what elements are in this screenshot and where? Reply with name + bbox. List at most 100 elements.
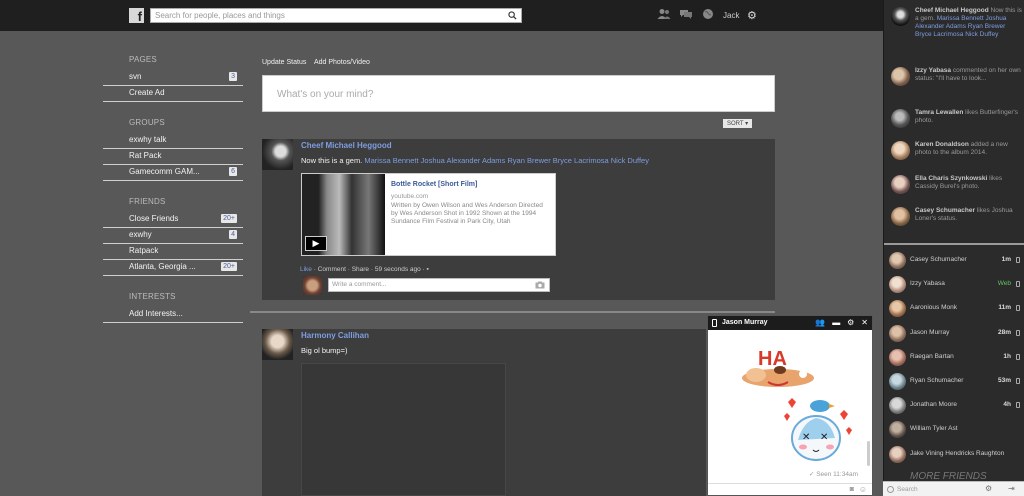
count-badge: 20+ xyxy=(221,214,237,223)
status-composer-input[interactable]: What's on your mind? xyxy=(262,75,775,112)
add-friends-icon[interactable]: 👥 xyxy=(815,318,825,327)
mobile-icon xyxy=(1016,353,1020,360)
link-title[interactable]: Bottle Rocket [Short Film] xyxy=(391,181,477,188)
sort-button[interactable]: SORT ▾ xyxy=(723,119,753,128)
play-icon[interactable]: ▶ xyxy=(305,236,327,251)
nav-item-rat-pack[interactable]: Rat Pack xyxy=(103,149,243,165)
chat-scrollbar[interactable] xyxy=(867,441,870,466)
search-input[interactable]: Search for people, places and things xyxy=(150,8,522,23)
post-message: Big ol bump=) xyxy=(301,346,348,355)
tagged-friends[interactable]: Marissa Bennett Joshua Alexander Adams R… xyxy=(364,156,649,165)
nav-item-exwhy[interactable]: exwhy 4 xyxy=(103,228,243,244)
ticker-avatar xyxy=(891,7,910,26)
ticker-avatar xyxy=(891,141,910,160)
friend-row[interactable]: Izzy Yabasa Web xyxy=(884,273,1024,297)
sidebar-search-input[interactable]: Search ⚙ ⇥ xyxy=(883,481,1024,496)
ticker-name: Casey Schumacher xyxy=(915,207,975,214)
friend-requests-icon[interactable] xyxy=(657,8,671,20)
settings-gear-icon[interactable]: ⚙ xyxy=(747,9,757,22)
nav-item-add-interests[interactable]: Add Interests... xyxy=(103,307,243,323)
nav-item-ratpack[interactable]: Ratpack xyxy=(103,244,243,260)
author-avatar[interactable] xyxy=(262,139,293,170)
nav-item-label: svn xyxy=(129,72,142,81)
user-name[interactable]: Jack xyxy=(723,11,739,20)
ha-sticker: HA ✕ ✕ xyxy=(742,348,852,461)
ticker-name: Izzy Yabasa xyxy=(915,67,952,74)
friend-row[interactable]: Raegan Bartan 1h xyxy=(884,346,1024,370)
chat-options-gear-icon[interactable]: ⚙ xyxy=(985,484,992,493)
friend-name: Jonathan Moore xyxy=(910,401,957,409)
author-avatar[interactable] xyxy=(262,329,293,360)
ticker-avatar xyxy=(891,67,910,86)
friend-status: 53m xyxy=(997,376,1011,384)
hide-sidebar-icon[interactable]: ⇥ xyxy=(1008,484,1015,493)
chat-messages: HA ✕ ✕ xyxy=(708,330,872,482)
video-call-icon[interactable]: ▬ xyxy=(832,318,840,327)
mobile-icon xyxy=(1016,377,1020,384)
camera-icon[interactable]: ◙ xyxy=(850,486,854,493)
friend-row[interactable]: Jonathan Moore 4h xyxy=(884,394,1024,418)
nav-item-atlanta[interactable]: Atlanta, Georgia ... 20+ xyxy=(103,260,243,276)
search-icon xyxy=(887,486,894,493)
friend-avatar xyxy=(889,421,906,439)
sidebar-divider[interactable] xyxy=(884,243,1024,245)
like-link[interactable]: Like xyxy=(300,266,312,273)
link-preview-card[interactable]: ▶ Bottle Rocket [Short Film] youtube.com… xyxy=(301,173,556,256)
friend-avatar xyxy=(889,300,906,318)
nav-item-create-ad[interactable]: Create Ad xyxy=(103,86,243,102)
friend-status: 11m xyxy=(998,304,1011,312)
comment-input[interactable]: Write a comment... xyxy=(328,278,550,292)
facebook-logo-icon[interactable]: f xyxy=(129,8,144,24)
messages-icon[interactable] xyxy=(679,8,693,20)
post-author[interactable]: Harmony Callihan xyxy=(301,331,369,340)
left-nav: PAGES svn 3 Create Ad GROUPS exwhy talk R… xyxy=(103,55,243,337)
friend-row[interactable]: Aaronious Monk 11m xyxy=(884,297,1024,321)
tab-update-status[interactable]: Update Status xyxy=(262,59,306,66)
post-image[interactable] xyxy=(301,363,506,496)
link-description: Written by Owen Wilson and Wes Anderson … xyxy=(391,202,543,225)
search-icon[interactable] xyxy=(508,11,517,20)
chat-contact-name[interactable]: Jason Murray xyxy=(722,319,768,326)
ticker-avatar xyxy=(891,109,910,128)
emoticon-icon[interactable]: ☺ xyxy=(859,485,867,494)
nav-item-label: Ratpack xyxy=(129,246,159,255)
comment-link[interactable]: Comment xyxy=(318,266,346,273)
ticker-text: Casey Schumacher likes Joshua Loner's st… xyxy=(915,207,1023,223)
close-icon[interactable]: ✕ xyxy=(861,318,868,327)
comment-placeholder: Write a comment... xyxy=(332,281,387,288)
friend-status: 1h xyxy=(1003,352,1011,360)
nav-item-close-friends[interactable]: Close Friends 20+ xyxy=(103,212,243,228)
friend-name: William Tyler Ast xyxy=(910,425,958,433)
interests-section: INTERESTS Add Interests... xyxy=(103,292,243,323)
friend-row[interactable]: Jason Murray 28m xyxy=(884,322,1024,346)
privacy-icon[interactable]: ▪ xyxy=(427,266,429,273)
friend-name: Aaronious Monk xyxy=(910,304,957,312)
camera-icon[interactable] xyxy=(535,281,545,289)
post-text: Now this is a gem. Marissa Bennett Joshu… xyxy=(301,156,649,165)
chat-settings-icon[interactable]: ⚙ xyxy=(847,318,854,327)
friend-row[interactable]: Casey Schumacher 1m xyxy=(884,249,1024,273)
nav-item-svn[interactable]: svn 3 xyxy=(103,70,243,86)
nav-item-gamecomm[interactable]: Gamecomm GAM... 6 xyxy=(103,165,243,181)
friend-name: Ryan Schumacher xyxy=(910,376,964,384)
video-thumbnail[interactable]: ▶ xyxy=(302,174,385,255)
tab-add-photos[interactable]: Add Photos/Video xyxy=(314,59,370,66)
friend-row[interactable]: William Tyler Ast xyxy=(884,418,1024,442)
chat-input[interactable]: ◙ ☺ xyxy=(708,483,872,495)
friend-row[interactable]: Jake Vining Hendricks Raughton xyxy=(884,443,1024,467)
friend-row[interactable]: Ryan Schumacher 53m xyxy=(884,370,1024,394)
composer-tabs: Update Status Add Photos/Video xyxy=(262,59,376,66)
mobile-icon xyxy=(1016,402,1020,409)
count-badge: 4 xyxy=(229,230,237,239)
share-link[interactable]: Share xyxy=(352,266,369,273)
ticker-text: Izzy Yabasa commented on her own status:… xyxy=(915,67,1023,83)
friend-name: Raegan Bartan xyxy=(910,352,954,360)
chat-header[interactable]: Jason Murray 👥 ▬ ⚙ ✕ xyxy=(708,316,872,330)
ticker-name: Karen Donaldson xyxy=(915,141,969,148)
mobile-icon xyxy=(1016,305,1020,312)
post-timestamp[interactable]: 59 seconds ago xyxy=(375,266,421,273)
nav-item-exwhy-talk[interactable]: exwhy talk xyxy=(103,133,243,149)
notifications-globe-icon[interactable] xyxy=(701,8,715,20)
post-author[interactable]: Cheef Michael Heggood xyxy=(301,141,392,150)
friends-section: FRIENDS Close Friends 20+ exwhy 4 Ratpack … xyxy=(103,197,243,276)
